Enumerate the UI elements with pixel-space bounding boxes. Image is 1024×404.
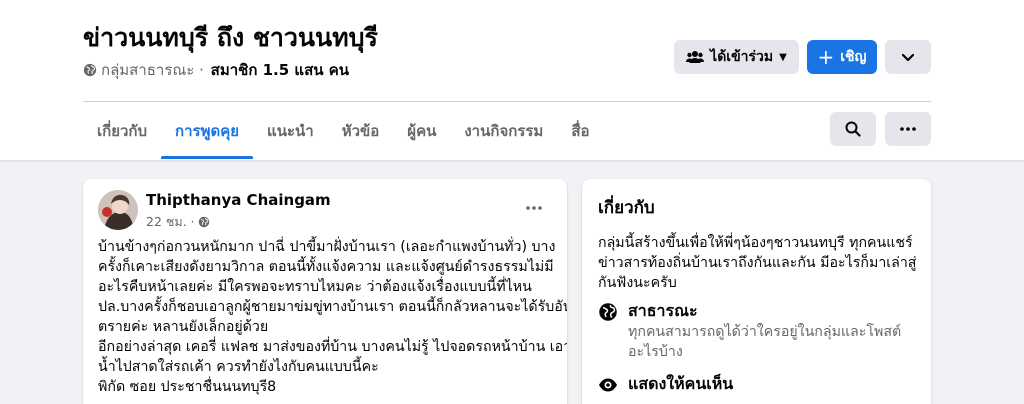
post-text: บ้านข้างๆก่อกวนหนักมาก ปาฉี่ ปาขี้มาฝั่ง… (98, 237, 567, 397)
public-desc-line: ทุกคนสามารถดูได้ว่าใครอยู่ในกลุ่มและโพสต… (628, 324, 902, 340)
tab-topics[interactable]: หัวข้อ (328, 102, 394, 159)
visible-title: แสดงให้คนเห็น (628, 374, 734, 393)
about-visible: แสดงให้คนเห็น (598, 373, 733, 395)
search-button[interactable] (830, 112, 876, 146)
tab-label: ผู้คน (407, 121, 437, 140)
post-line: น้ำไปสาดใส่รถเค้า ควรทำยังไงกับคนแบบนี้ค… (98, 359, 379, 375)
tab-more-button[interactable] (885, 112, 931, 146)
joined-button[interactable]: ได้เข้าร่วม ▼ (674, 40, 799, 74)
tab-media[interactable]: สื่อ (557, 102, 603, 159)
public-desc-line: อะไรบ้าง (628, 344, 683, 360)
group-title[interactable]: ข่าวนนทบุรี ถึง ชาวนนทบุรี (83, 18, 378, 58)
post-options-button[interactable] (519, 193, 549, 223)
search-icon (845, 121, 861, 137)
joined-label: ได้เข้าร่วม (710, 49, 774, 65)
globe-icon (83, 63, 97, 77)
member-count[interactable]: สมาชิก 1.5 แสน คน (211, 58, 349, 82)
globe-icon (599, 303, 617, 321)
group-meta: กลุ่มสาธารณะ · สมาชิก 1.5 แสน คน (83, 58, 349, 82)
people-icon (686, 51, 705, 63)
tab-about[interactable]: เกี่ยวกับ (83, 102, 161, 159)
about-desc-line: ข่าวสารท้องถิ่นบ้านเราถึงกันและกัน มีอะไ… (598, 255, 917, 271)
group-header: ข่าวนนทบุรี ถึง ชาวนนทบุรี กลุ่มสาธารณะ … (0, 0, 1024, 160)
about-description: กลุ่มนี้สร้างขึ้นเพื่อให้พี่ๆน้องๆชาวนนท… (598, 233, 918, 293)
invite-label: เชิญ (840, 49, 867, 65)
about-public: สาธารณะ ทุกคนสามารถดูได้ว่าใครอยู่ในกลุ่… (598, 300, 901, 362)
group-tabs: เกี่ยวกับ การพูดคุย แนะนำ หัวข้อ ผู้คน ง… (83, 102, 604, 159)
post-line: อีกอย่างล่าสุด เคอรี่ แฟลช มาส่งของที่บ้… (98, 339, 567, 355)
post-card: Thipthanya Chaingam 22 ชม. · บ้านข้างๆก่… (83, 179, 567, 404)
tab-featured[interactable]: แนะนำ (253, 102, 328, 159)
globe-icon (198, 216, 209, 228)
chevron-down-icon (901, 53, 915, 61)
post-author[interactable]: Thipthanya Chaingam (146, 191, 331, 209)
tab-discussion[interactable]: การพูดคุย (161, 102, 254, 159)
plus-icon: + (817, 45, 835, 69)
about-desc-line: กันฟังนะครับ (598, 275, 677, 291)
tab-label: แนะนำ (267, 121, 314, 140)
tab-label: เกี่ยวกับ (97, 121, 148, 140)
about-card: เกี่ยวกับ กลุ่มนี้สร้างขึ้นเพื่อให้พี่ๆน… (582, 179, 931, 404)
caret-down-icon: ▼ (779, 51, 787, 63)
public-title: สาธารณะ (628, 301, 698, 320)
post-line: ครั้งก็เคาะเสียงดังยามวิกาล ตอนนี้ทั้งแจ… (98, 259, 554, 275)
avatar-image (98, 190, 138, 230)
post-line: บ้านข้างๆก่อกวนหนักมาก ปาฉี่ ปาขี้มาฝั่ง… (98, 239, 556, 255)
more-options-button[interactable] (885, 40, 931, 74)
privacy-label: กลุ่มสาธารณะ · (101, 61, 204, 79)
tab-people[interactable]: ผู้คน (393, 102, 450, 159)
post-line: พิกัด ซอย ประชาชื่นนนทบุรี8 (98, 379, 277, 395)
tab-label: สื่อ (571, 121, 590, 140)
avatar[interactable] (98, 190, 138, 230)
post-line: ตรายค่ะ หลานยังเล็กอยู่ด้วย (98, 319, 269, 335)
more-icon (526, 206, 542, 210)
tab-label: หัวข้อ (341, 121, 380, 140)
post-line: อะไรคืบหน้าเลยค่ะ มีใครพอจะทราบไหมคะ ว่า… (98, 279, 532, 295)
about-desc-line: กลุ่มนี้สร้างขึ้นเพื่อให้พี่ๆน้องๆชาวนนท… (598, 235, 913, 251)
tab-label: การพูดคุย (175, 121, 240, 140)
more-icon (900, 127, 916, 131)
post-time-label[interactable]: 22 ชม. · (146, 212, 195, 232)
tab-events[interactable]: งานกิจกรรม (450, 102, 557, 159)
eye-icon (599, 378, 617, 392)
about-title: เกี่ยวกับ (598, 198, 655, 218)
post-timestamp: 22 ชม. · (146, 212, 210, 232)
post-line: ปล.บางครั้งก็ชอบเอาลูกผู้ชายมาข่มขู่ทางบ… (98, 299, 567, 315)
invite-button[interactable]: + เชิญ (807, 40, 877, 74)
tab-label: งานกิจกรรม (464, 121, 544, 140)
